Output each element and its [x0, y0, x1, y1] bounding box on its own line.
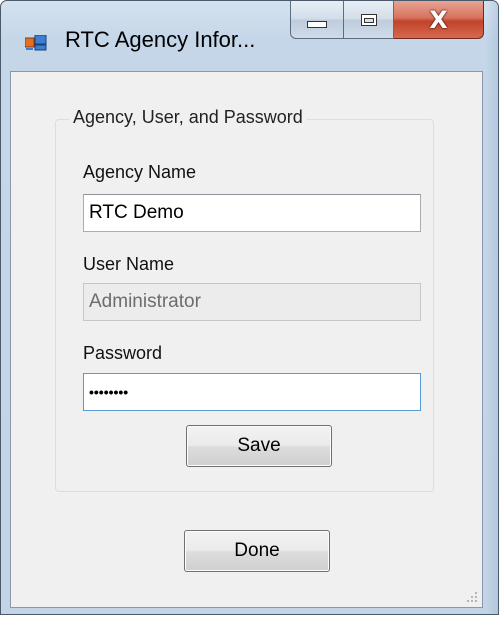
resize-grip-icon[interactable]	[464, 589, 478, 603]
agency-name-label: Agency Name	[83, 162, 197, 182]
window-controls: X	[290, 1, 484, 39]
agency-name-input[interactable]	[83, 194, 421, 232]
minimize-icon	[307, 21, 327, 28]
frame-shade	[486, 1, 498, 614]
client-area: Agency, User, and Password Agency Name U…	[10, 71, 483, 608]
done-button[interactable]: Done	[184, 530, 330, 572]
group-caption: Agency, User, and Password	[69, 107, 307, 128]
password-input[interactable]: ••••••••	[83, 373, 421, 411]
minimize-button[interactable]	[290, 1, 344, 39]
password-label: Password	[83, 343, 163, 363]
window-title: RTC Agency Infor...	[65, 27, 256, 52]
close-button[interactable]: X	[394, 1, 484, 39]
save-button[interactable]: Save	[186, 425, 332, 467]
close-icon: X	[429, 5, 448, 34]
agency-user-password-group: Agency, User, and Password Agency Name U…	[55, 107, 434, 492]
maximize-button[interactable]	[344, 1, 394, 39]
window-frame: RTC Agency Infor... X Agency, User, and …	[0, 0, 499, 615]
title-bar[interactable]: RTC Agency Infor... X	[1, 1, 498, 79]
password-masked-value: ••••••••	[89, 384, 129, 400]
user-name-label: User Name	[83, 254, 175, 274]
form-window-icon	[24, 34, 47, 51]
user-name-input[interactable]	[83, 283, 421, 321]
maximize-icon	[360, 13, 377, 26]
